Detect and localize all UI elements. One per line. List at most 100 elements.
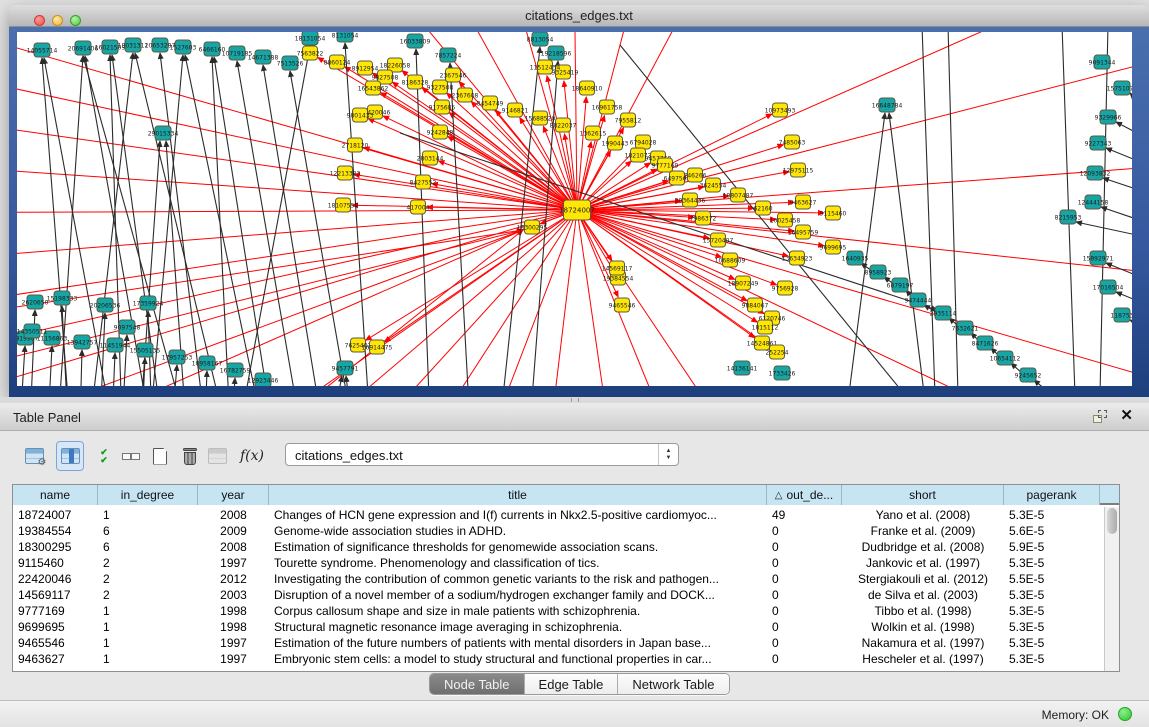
graph-node[interactable]: 15198333 bbox=[47, 291, 78, 305]
network-canvas[interactable]: 1405571420691406160215091803131210653287… bbox=[17, 32, 1132, 386]
table-row[interactable]: 1830029562008Estimation of significance … bbox=[13, 539, 1103, 555]
dropdown-stepper-icon[interactable]: ▲▼ bbox=[658, 444, 678, 465]
row-height-icon[interactable] bbox=[117, 441, 145, 471]
table-settings-icon[interactable]: ⚙ bbox=[20, 441, 48, 471]
graph-node[interactable]: 9463627 bbox=[790, 195, 817, 209]
column-header-name[interactable]: name bbox=[13, 485, 98, 505]
graph-node[interactable]: 16495759 bbox=[788, 225, 819, 239]
column-header-out_degree[interactable]: △out_de... bbox=[767, 485, 842, 505]
graph-node[interactable]: 19218596 bbox=[541, 46, 572, 60]
graph-node[interactable]: 2935114 bbox=[930, 306, 957, 320]
table-row[interactable]: 911546021997Tourette syndrome. Phenomeno… bbox=[13, 555, 1103, 571]
graph-node[interactable]: 9091344 bbox=[1089, 55, 1116, 69]
graph-node[interactable]: 10958167 bbox=[192, 356, 223, 370]
scrollbar-thumb[interactable] bbox=[1107, 508, 1117, 534]
graph-node[interactable]: 10025458 bbox=[770, 213, 801, 227]
graph-node[interactable]: 18107554 bbox=[328, 198, 359, 212]
graph-node[interactable]: 14055714 bbox=[27, 43, 58, 57]
graph-node[interactable]: 15720407 bbox=[703, 233, 734, 247]
graph-node[interactable]: 1990443 bbox=[602, 136, 629, 150]
divider-grip-icon[interactable] bbox=[571, 398, 579, 402]
graph-node[interactable]: 12975115 bbox=[783, 163, 814, 177]
table-row[interactable]: 1456911722003Disruption of a novel membe… bbox=[13, 587, 1103, 603]
tab-network-table[interactable]: Network Table bbox=[618, 674, 728, 694]
graph-node[interactable]: 12093832 bbox=[1080, 166, 1111, 180]
graph-node[interactable]: 8186328 bbox=[402, 75, 429, 89]
delete-column-icon[interactable] bbox=[176, 441, 204, 471]
graph-node[interactable]: 9465546 bbox=[609, 298, 636, 312]
column-header-short[interactable]: short bbox=[842, 485, 1004, 505]
graph-node[interactable]: 14136141 bbox=[727, 361, 758, 375]
graph-node[interactable]: 15751074 bbox=[1107, 81, 1132, 95]
graph-node[interactable]: 6794028 bbox=[630, 135, 657, 149]
graph-node[interactable]: 9474444 bbox=[905, 293, 932, 307]
graph-node[interactable]: 10654112 bbox=[990, 351, 1021, 365]
graph-node[interactable]: 20364436 bbox=[675, 193, 706, 207]
table-selector-dropdown[interactable]: citations_edges.txt ▲▼ bbox=[285, 443, 679, 466]
graph-node[interactable]: 62160 bbox=[753, 201, 772, 215]
create-column-icon[interactable] bbox=[146, 441, 174, 471]
graph-node[interactable]: 17359924 bbox=[133, 296, 164, 310]
graph-node[interactable]: 2718120 bbox=[342, 138, 369, 152]
table-row[interactable]: 969969511998Structural magnetic resonanc… bbox=[13, 619, 1103, 635]
graph-node[interactable]: 12923446 bbox=[248, 373, 279, 386]
graph-node[interactable]: 8813054 bbox=[527, 32, 554, 46]
table-row[interactable]: 946554611997Estimation of the future num… bbox=[13, 635, 1103, 651]
graph-node[interactable]: 9699695 bbox=[820, 240, 847, 254]
tab-node-table[interactable]: Node Table bbox=[430, 674, 525, 694]
vertical-scrollbar[interactable] bbox=[1104, 507, 1119, 671]
graph-node[interactable]: 8958923 bbox=[865, 265, 892, 279]
graph-node[interactable]: 13634923 bbox=[782, 251, 813, 265]
graph-node[interactable]: 7513526 bbox=[277, 56, 304, 70]
graph-node[interactable]: 14671388 bbox=[248, 50, 279, 64]
graph-node[interactable]: 16033809 bbox=[400, 34, 431, 48]
select-all-icon[interactable]: ✔✔ bbox=[90, 441, 118, 471]
table-row[interactable]: 977716911998Corpus callosum shape and si… bbox=[13, 603, 1103, 619]
graph-node[interactable]: 2620650 bbox=[22, 295, 49, 309]
graph-node[interactable]: 8454749 bbox=[477, 96, 504, 110]
graph-node[interactable]: 10807487 bbox=[723, 188, 754, 202]
graph-node[interactable]: 7857224 bbox=[435, 48, 462, 62]
column-header-pagerank[interactable]: pagerank bbox=[1004, 485, 1100, 505]
float-panel-icon[interactable] bbox=[1093, 410, 1107, 423]
graph-node[interactable]: 3624554 bbox=[700, 178, 727, 192]
graph-node[interactable]: 18131054 bbox=[295, 32, 326, 45]
graph-node[interactable]: 7485063 bbox=[779, 135, 806, 149]
graph-node[interactable]: 16648784 bbox=[872, 98, 903, 112]
column-header-year[interactable]: year bbox=[198, 485, 269, 505]
graph-node[interactable]: 18640910 bbox=[572, 81, 603, 95]
table-row[interactable]: 946362711997Embryonic stem cells: a mode… bbox=[13, 651, 1103, 667]
graph-node[interactable]: 417004 bbox=[407, 200, 430, 214]
graph-node[interactable]: 17016504 bbox=[1093, 280, 1124, 294]
graph-node[interactable]: 1733426 bbox=[769, 366, 796, 380]
table-row[interactable]: 1872400712008Changes of HCN gene express… bbox=[13, 507, 1103, 523]
graph-node[interactable]: 9175685 bbox=[429, 100, 456, 114]
window-titlebar[interactable]: citations_edges.txt bbox=[9, 5, 1149, 27]
function-builder-icon[interactable]: f(x) bbox=[238, 441, 266, 471]
graph-node[interactable]: 16782759 bbox=[220, 363, 251, 377]
graph-node[interactable]: 8131054 bbox=[332, 32, 359, 42]
column-header-in_degree[interactable]: in_degree bbox=[98, 485, 198, 505]
graph-node[interactable]: 12213383 bbox=[330, 166, 361, 180]
graph-node[interactable]: 9457791 bbox=[332, 361, 359, 375]
graph-node[interactable]: 9756928 bbox=[772, 281, 799, 295]
graph-node[interactable]: 8912954 bbox=[352, 61, 379, 75]
table-row[interactable]: 1938455462009Genome-wide association stu… bbox=[13, 523, 1103, 539]
graph-node[interactable]: 29015334 bbox=[148, 126, 179, 140]
graph-node[interactable]: 10688609 bbox=[715, 253, 746, 267]
column-selector-icon[interactable] bbox=[56, 441, 84, 471]
graph-node[interactable]: 9329966 bbox=[1095, 110, 1122, 124]
graph-node[interactable]: 9227343 bbox=[1085, 136, 1112, 150]
graph-node[interactable]: 1640935 bbox=[842, 251, 869, 265]
graph-node[interactable]: 16961758 bbox=[592, 100, 623, 114]
network-graph[interactable]: 1405571420691406160215091803131210653287… bbox=[17, 32, 1132, 386]
graph-node[interactable]: 9097548 bbox=[114, 320, 141, 334]
graph-node[interactable]: 18724007 bbox=[559, 200, 595, 220]
graph-node[interactable]: 7563822 bbox=[297, 46, 324, 60]
table-row[interactable]: 2242004622012Investigating the contribut… bbox=[13, 571, 1103, 587]
graph-node[interactable]: 20206536 bbox=[90, 298, 121, 312]
graph-node[interactable]: 9115460 bbox=[820, 206, 847, 220]
graph-node[interactable]: 2367608 bbox=[452, 88, 479, 102]
tab-edge-table[interactable]: Edge Table bbox=[525, 674, 619, 694]
column-header-title[interactable]: title bbox=[269, 485, 767, 505]
